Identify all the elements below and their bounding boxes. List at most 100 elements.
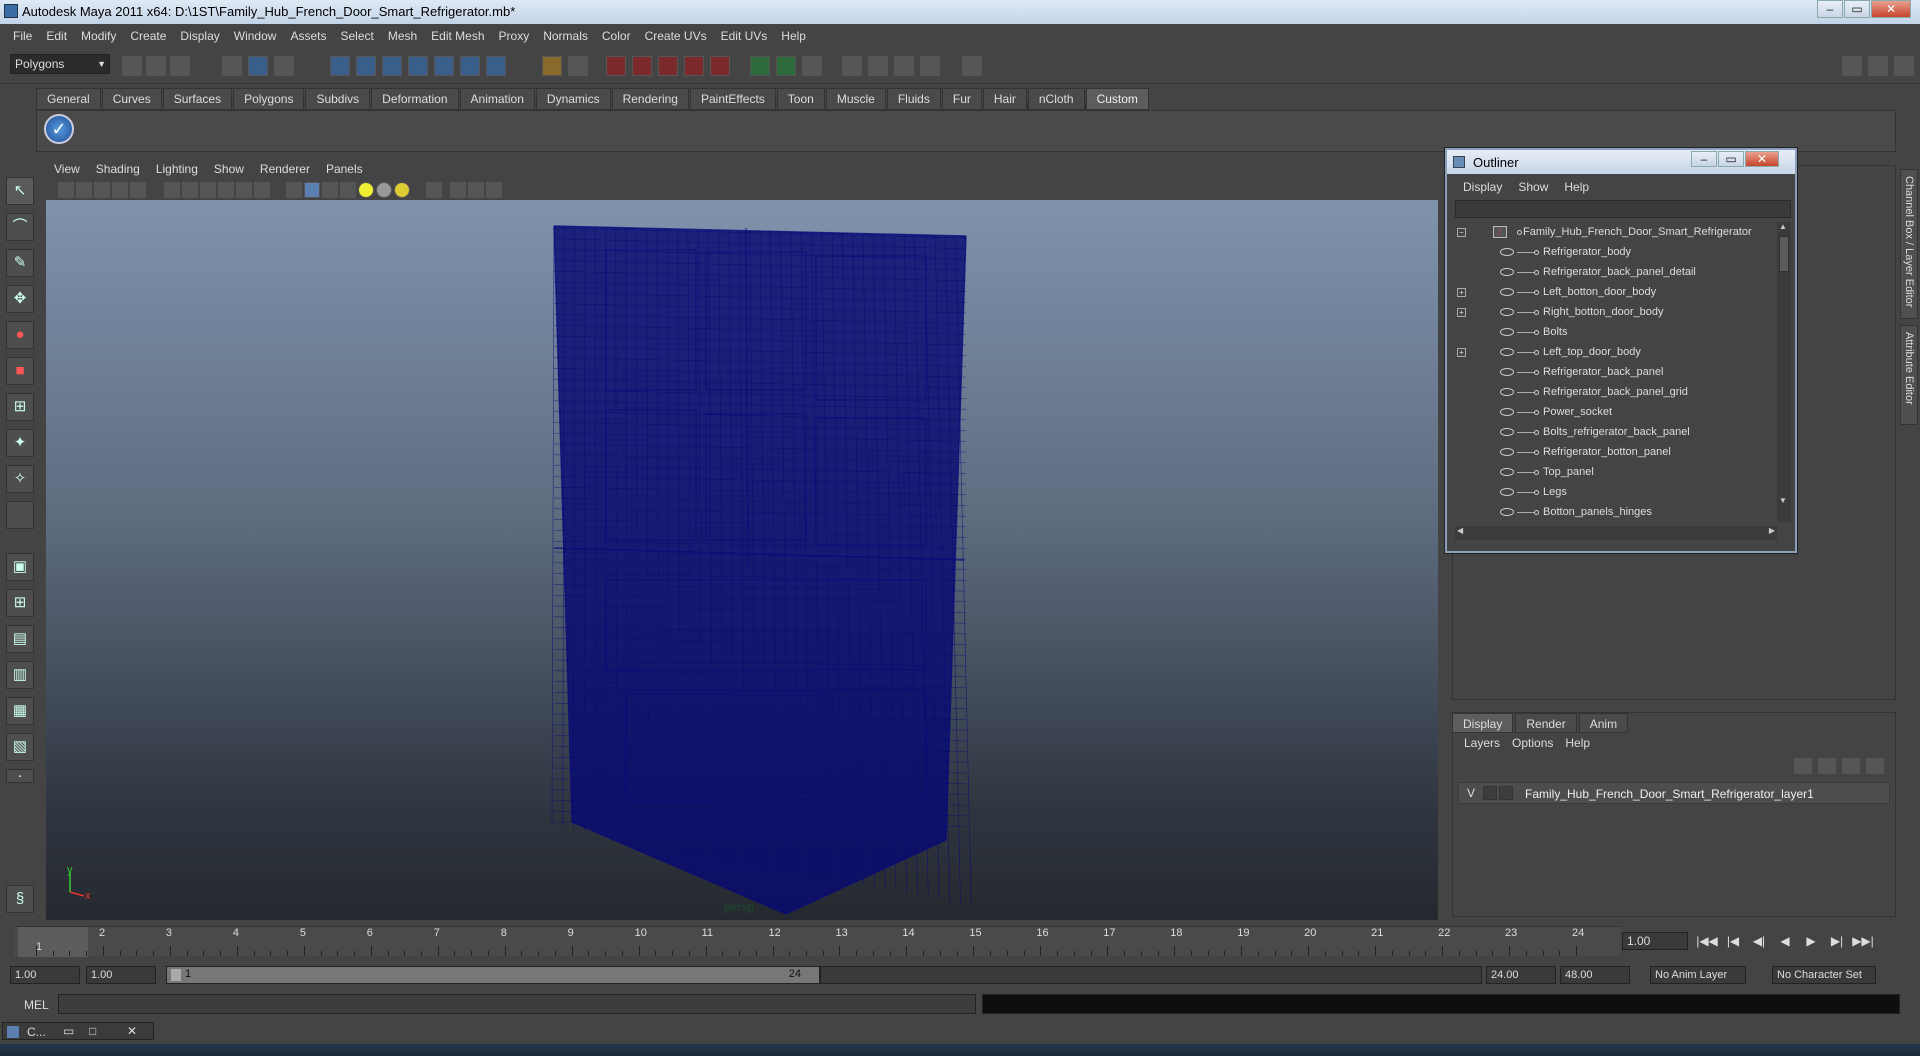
shelf-tab-deformation[interactable]: Deformation <box>371 88 459 110</box>
current-frame-field[interactable]: 1.00 <box>1622 932 1688 950</box>
shelf-tab-toon[interactable]: Toon <box>776 88 825 110</box>
custom-shelf-check-icon[interactable]: ✓ <box>44 114 74 144</box>
mel-input[interactable] <box>58 994 976 1014</box>
outliner-close-button[interactable]: ✕ <box>1745 151 1779 167</box>
select-object-icon[interactable] <box>248 56 268 76</box>
outliner-vertical-scrollbar[interactable]: ▲ ▼ <box>1777 222 1791 522</box>
menu-mesh[interactable]: Mesh <box>381 29 424 43</box>
new-scene-icon[interactable] <box>122 56 142 76</box>
expand-icon[interactable]: + <box>1457 288 1466 297</box>
outliner-item[interactable]: Top_panel <box>1455 462 1773 482</box>
menu-modify[interactable]: Modify <box>74 29 123 43</box>
shelf-tab-ncloth[interactable]: nCloth <box>1027 88 1085 110</box>
scroll-left-arrow-icon[interactable]: ◀ <box>1457 526 1463 535</box>
image-plane-icon[interactable] <box>112 182 128 198</box>
menu-assets[interactable]: Assets <box>283 29 333 43</box>
layer-menu-help[interactable]: Help <box>1559 736 1596 750</box>
use-all-lights-icon[interactable] <box>358 182 374 198</box>
shelf-tab-custom[interactable]: Custom <box>1085 88 1149 110</box>
mel-script-icon[interactable]: § <box>6 885 34 913</box>
shelf-tab-subdivs[interactable]: Subdivs <box>305 88 371 110</box>
persp-graph-layout-icon[interactable]: ▥ <box>6 661 34 689</box>
shelf-tab-painteffects[interactable]: PaintEffects <box>689 88 776 110</box>
start-time-field[interactable]: 1.00 <box>10 966 80 984</box>
menu-normals[interactable]: Normals <box>536 29 595 43</box>
outliner-item[interactable]: Refrigerator_back_panel_grid <box>1455 382 1773 402</box>
rotate-tool-icon[interactable]: ● <box>6 321 34 349</box>
scroll-up-arrow-icon[interactable]: ▲ <box>1779 222 1789 234</box>
shelf-tab-fluids[interactable]: Fluids <box>886 88 941 110</box>
range-slider[interactable]: 1 24 <box>166 966 820 984</box>
go-to-end-button[interactable]: ▶▶| <box>1850 932 1876 950</box>
play-forwards-button[interactable]: ▶ <box>1798 932 1824 950</box>
ipr-render-icon[interactable] <box>632 56 652 76</box>
shelf-tab-rendering[interactable]: Rendering <box>611 88 689 110</box>
shelf-tab-curves[interactable]: Curves <box>101 88 162 110</box>
textured-icon[interactable] <box>340 182 356 198</box>
new-layer-from-selected-icon[interactable] <box>1818 758 1836 774</box>
menu-help[interactable]: Help <box>774 29 813 43</box>
scroll-thumb[interactable] <box>1779 236 1789 272</box>
lock-icon[interactable] <box>542 56 562 76</box>
time-slider[interactable]: 1 2 3 4 5 6 7 8 9 10 11 12 13 14 15 16 17 18 19 20 21 22 23 24 <box>14 926 1620 957</box>
outliner-menu-show[interactable]: Show <box>1510 180 1556 194</box>
outliner-menu-help[interactable]: Help <box>1556 180 1597 194</box>
outliner-item[interactable]: Bolts_refrigerator_back_panel <box>1455 422 1773 442</box>
select-tool-icon[interactable]: ↖ <box>6 177 34 205</box>
minimized-window[interactable]: C... ▭ □ ✕ <box>2 1022 154 1040</box>
smooth-shade-icon[interactable] <box>304 182 320 198</box>
menu-proxy[interactable]: Proxy <box>492 29 537 43</box>
layer-options-icon[interactable] <box>1842 758 1860 774</box>
isolate-select-icon[interactable] <box>426 182 442 198</box>
menu-create[interactable]: Create <box>123 29 173 43</box>
menu-create-uvs[interactable]: Create UVs <box>638 29 714 43</box>
layer-playback-toggle[interactable] <box>1483 786 1497 800</box>
wireframe-icon[interactable] <box>286 182 302 198</box>
step-back-frame-button[interactable]: ◀| <box>1746 932 1772 950</box>
soft-modification-icon[interactable]: ✦ <box>6 429 34 457</box>
outliner-item[interactable]: + Left_botton_door_body <box>1455 282 1773 302</box>
expand-icon[interactable]: + <box>1457 348 1466 357</box>
outliner-root-item[interactable]: − ∕ Family_Hub_French_Door_Smart_Refrige… <box>1455 222 1773 242</box>
menu-file[interactable]: File <box>6 29 39 43</box>
rotate-tool-settings-icon[interactable] <box>868 56 888 76</box>
output-icon[interactable] <box>776 56 796 76</box>
attribute-editor-tab[interactable]: Attribute Editor <box>1900 325 1918 425</box>
universal-manipulator-icon[interactable]: ⊞ <box>6 393 34 421</box>
layer-row[interactable]: V Family_Hub_French_Door_Smart_Refrigera… <box>1458 782 1890 804</box>
scroll-down-arrow-icon[interactable]: ▼ <box>1779 496 1789 508</box>
outliner-menu-display[interactable]: Display <box>1455 180 1510 194</box>
last-tool-icon[interactable] <box>6 501 34 529</box>
show-attribute-editor-icon[interactable] <box>1894 56 1914 76</box>
input-icon[interactable] <box>750 56 770 76</box>
menu-edit-uvs[interactable]: Edit UVs <box>714 29 775 43</box>
scale-tool-settings-icon[interactable] <box>894 56 914 76</box>
select-hierarchy-icon[interactable] <box>222 56 242 76</box>
viewport-menu-view[interactable]: View <box>46 160 88 180</box>
menu-edit[interactable]: Edit <box>39 29 74 43</box>
shelf-tab-surfaces[interactable]: Surfaces <box>162 88 233 110</box>
go-to-start-button[interactable]: |◀◀ <box>1694 932 1720 950</box>
name-field-icon[interactable] <box>802 56 822 76</box>
layer-tab-display[interactable]: Display <box>1452 713 1514 733</box>
safe-title-icon[interactable] <box>254 182 270 198</box>
show-manipulator-icon[interactable]: ✧ <box>6 465 34 493</box>
shelf-tab-general[interactable]: General <box>36 88 101 110</box>
lasso-tool-icon[interactable]: ⌒ <box>6 213 34 241</box>
maximize-icon[interactable]: □ <box>89 1024 96 1038</box>
persp-outliner-layout-icon[interactable]: ▤ <box>6 625 34 653</box>
perspective-viewport[interactable] <box>46 200 1438 920</box>
restore-icon[interactable]: ▭ <box>63 1024 74 1038</box>
hypershade-layout-icon[interactable]: ▦ <box>6 697 34 725</box>
snap-grid-icon[interactable] <box>330 56 350 76</box>
outliner-item[interactable]: Power_socket <box>1455 402 1773 422</box>
shadows-icon[interactable] <box>376 182 392 198</box>
show-tool-settings-icon[interactable] <box>1868 56 1888 76</box>
mel-label[interactable]: MEL <box>24 998 49 1012</box>
menu-set-dropdown[interactable]: Polygons ▼ <box>10 54 110 74</box>
layer-type-toggle[interactable] <box>1499 786 1513 800</box>
outliner-item[interactable]: Botton_panels_hinges <box>1455 502 1773 522</box>
history-icon[interactable] <box>460 56 480 76</box>
xray-icon[interactable] <box>450 182 466 198</box>
snap-point-icon[interactable] <box>382 56 402 76</box>
